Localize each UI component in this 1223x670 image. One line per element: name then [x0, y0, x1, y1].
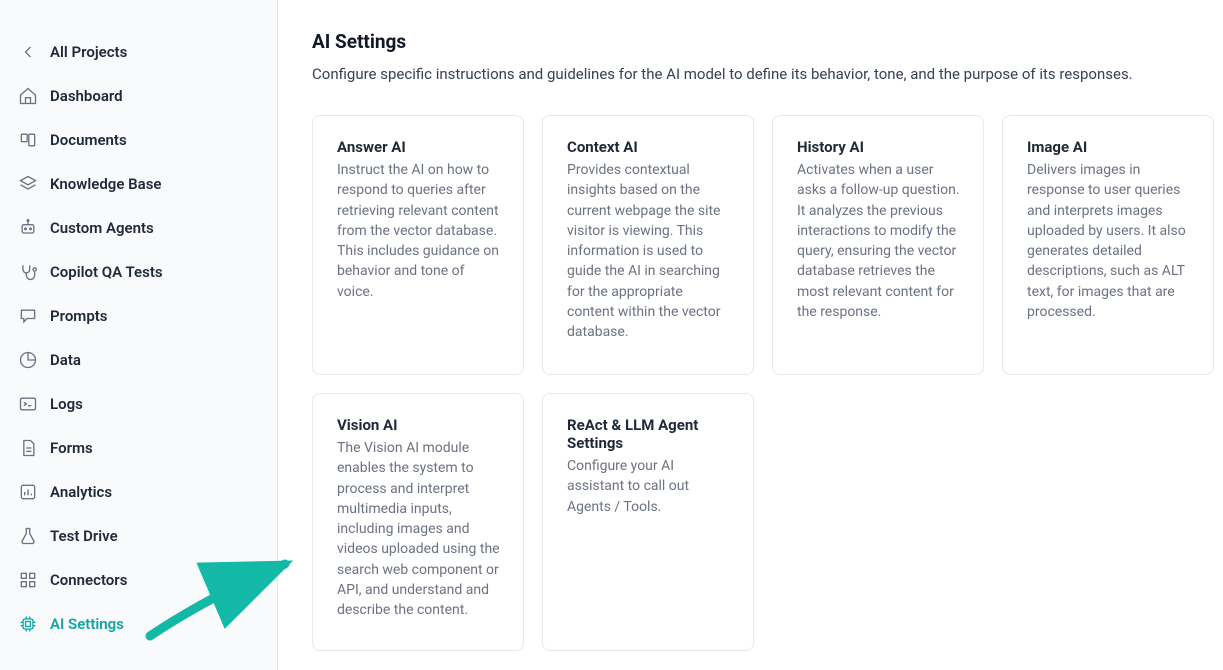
card-desc: Provides contextual insights based on th… [567, 160, 733, 343]
sidebar-item-all-projects[interactable]: All Projects [0, 30, 277, 74]
chat-icon [16, 304, 40, 328]
card-context-ai[interactable]: Context AI Provides contextual insights … [542, 115, 754, 375]
cards-grid: Answer AI Instruct the AI on how to resp… [312, 115, 1189, 651]
main-content: AI Settings Configure specific instructi… [278, 0, 1223, 670]
sidebar-item-connectors[interactable]: Connectors [0, 558, 277, 602]
sidebar-item-label: AI Settings [50, 615, 124, 633]
card-title: ReAct & LLM Agent Settings [567, 416, 733, 452]
chip-icon [16, 612, 40, 636]
terminal-icon [16, 392, 40, 416]
layers-icon [16, 172, 40, 196]
sidebar-item-label: Documents [50, 131, 127, 149]
card-vision-ai[interactable]: Vision AI The Vision AI module enables t… [312, 393, 524, 651]
chevron-left-icon [16, 40, 40, 64]
sidebar-item-analytics[interactable]: Analytics [0, 470, 277, 514]
sidebar-item-label: Copilot QA Tests [50, 263, 163, 281]
stethoscope-icon [16, 260, 40, 284]
sidebar-item-custom-agents[interactable]: Custom Agents [0, 206, 277, 250]
sidebar-item-copilot-qa-tests[interactable]: Copilot QA Tests [0, 250, 277, 294]
page-title: AI Settings [312, 30, 1189, 53]
sidebar-item-label: Knowledge Base [50, 175, 161, 193]
pie-chart-icon [16, 348, 40, 372]
sidebar-item-test-drive[interactable]: Test Drive [0, 514, 277, 558]
sidebar-item-prompts[interactable]: Prompts [0, 294, 277, 338]
card-history-ai[interactable]: History AI Activates when a user asks a … [772, 115, 984, 375]
card-desc: Configure your AI assistant to call out … [567, 456, 733, 517]
home-icon [16, 84, 40, 108]
sidebar-item-label: Test Drive [50, 527, 118, 545]
grid-icon [16, 568, 40, 592]
card-title: Image AI [1027, 138, 1193, 156]
sidebar-item-forms[interactable]: Forms [0, 426, 277, 470]
card-title: Answer AI [337, 138, 503, 156]
analytics-icon [16, 480, 40, 504]
file-icon [16, 436, 40, 460]
sidebar-item-label: Dashboard [50, 87, 123, 105]
documents-icon [16, 128, 40, 152]
sidebar-item-ai-settings[interactable]: AI Settings [0, 602, 277, 646]
sidebar-item-label: Connectors [50, 571, 127, 589]
sidebar-item-knowledge-base[interactable]: Knowledge Base [0, 162, 277, 206]
card-desc: The Vision AI module enables the system … [337, 438, 503, 621]
card-desc: Delivers images in response to user quer… [1027, 160, 1193, 322]
card-title: History AI [797, 138, 963, 156]
sidebar-item-data[interactable]: Data [0, 338, 277, 382]
sidebar-item-label: All Projects [50, 43, 127, 61]
card-desc: Instruct the AI on how to respond to que… [337, 160, 503, 302]
sidebar-item-dashboard[interactable]: Dashboard [0, 74, 277, 118]
sidebar-item-label: Custom Agents [50, 219, 154, 237]
sidebar: All Projects Dashboard Documents Knowled… [0, 0, 278, 670]
card-image-ai[interactable]: Image AI Delivers images in response to … [1002, 115, 1214, 375]
card-title: Context AI [567, 138, 733, 156]
card-answer-ai[interactable]: Answer AI Instruct the AI on how to resp… [312, 115, 524, 375]
sidebar-item-label: Data [50, 351, 81, 369]
page-description: Configure specific instructions and guid… [312, 65, 1189, 83]
card-title: Vision AI [337, 416, 503, 434]
sidebar-item-logs[interactable]: Logs [0, 382, 277, 426]
sidebar-item-label: Analytics [50, 483, 112, 501]
flask-icon [16, 524, 40, 548]
sidebar-item-label: Forms [50, 439, 93, 457]
card-react-llm-agent[interactable]: ReAct & LLM Agent Settings Configure you… [542, 393, 754, 651]
sidebar-item-label: Prompts [50, 307, 108, 325]
sidebar-item-label: Logs [50, 395, 83, 413]
robot-icon [16, 216, 40, 240]
card-desc: Activates when a user asks a follow-up q… [797, 160, 963, 322]
sidebar-item-documents[interactable]: Documents [0, 118, 277, 162]
